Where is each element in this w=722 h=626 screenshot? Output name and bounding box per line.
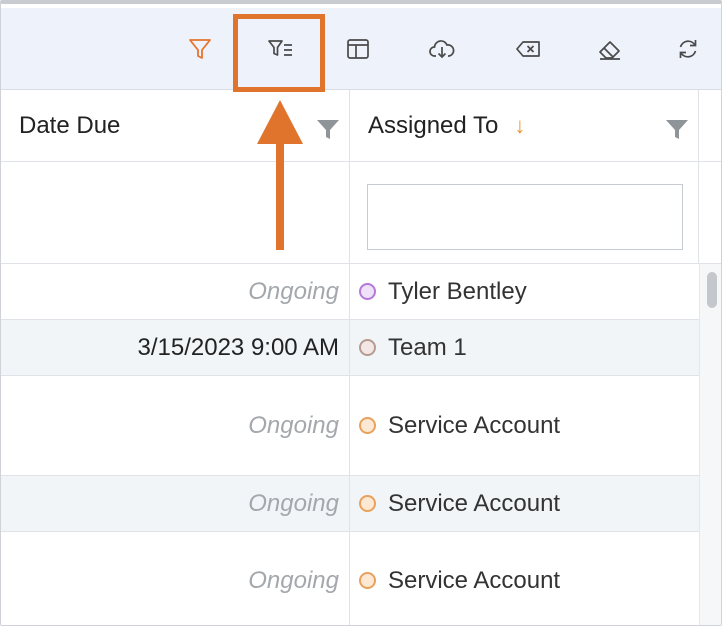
assignee-name: Team 1 [388,333,467,361]
date-due-cell: Ongoing [1,476,350,531]
filter-cell-assigned-to [350,162,699,264]
table-row[interactable]: 3/15/2023 9:00 AM Team 1 [1,320,699,376]
column-filter-icon[interactable] [315,116,341,142]
table-row[interactable]: Ongoing Service Account [1,532,699,625]
column-filter-icon[interactable] [664,116,690,142]
column-layout-button[interactable] [341,32,375,66]
filter-cell-date-due [1,162,350,264]
column-header-label: Date Due [19,112,121,139]
date-due-cell: Ongoing [1,264,350,319]
assignee-name: Service Account [388,566,561,594]
clear-input-icon [516,41,540,57]
filter-row [1,162,721,264]
user-status-dot [359,495,376,512]
table-row[interactable]: Ongoing Tyler Bentley [1,264,699,320]
refresh-icon [679,40,697,58]
eraser-button[interactable] [593,32,627,66]
date-due-cell: Ongoing [1,532,350,625]
clear-button[interactable] [511,32,545,66]
assigned-to-filter-input[interactable] [367,184,683,250]
grid-header: Date Due Assigned To ↓ [1,90,721,162]
column-header-label: Assigned To [368,112,499,139]
sort-descending-icon: ↓ [514,113,526,138]
table-row[interactable]: Ongoing Service Account [1,376,699,476]
scrollbar-thumb[interactable] [707,272,717,308]
assigned-to-cell: Team 1 [350,320,699,375]
grid-frame: Date Due Assigned To ↓ Ongoing Tyler Ben… [0,0,722,626]
assigned-to-cell: Service Account [350,476,699,531]
user-status-dot [359,339,376,356]
download-button[interactable] [425,32,459,66]
assigned-to-cell: Service Account [350,376,699,475]
assignee-name: Tyler Bentley [388,277,527,305]
table-row[interactable]: Ongoing Service Account [1,476,699,532]
user-status-dot [359,417,376,434]
assigned-to-cell: Tyler Bentley [350,264,699,319]
filter-button[interactable] [183,32,217,66]
cloud-download-icon [429,40,455,59]
assignee-name: Service Account [388,411,561,439]
user-status-dot [359,283,376,300]
column-layout-icon [347,39,369,59]
refresh-button[interactable] [671,32,705,66]
date-due-cell: 3/15/2023 9:00 AM [1,320,350,375]
assignee-name: Service Account [388,489,561,517]
column-header-assigned-to[interactable]: Assigned To ↓ [350,90,699,162]
grid-body: Ongoing Tyler Bentley 3/15/2023 9:00 AM … [1,264,699,625]
annotation-highlight-box [233,14,325,92]
user-status-dot [359,572,376,589]
eraser-icon [599,41,620,60]
vertical-scrollbar[interactable] [699,264,721,625]
assigned-to-cell: Service Account [350,532,699,625]
date-due-cell: Ongoing [1,376,350,475]
grid-toolbar [1,8,721,90]
column-header-date-due[interactable]: Date Due [1,90,350,162]
filter-icon [189,39,211,59]
